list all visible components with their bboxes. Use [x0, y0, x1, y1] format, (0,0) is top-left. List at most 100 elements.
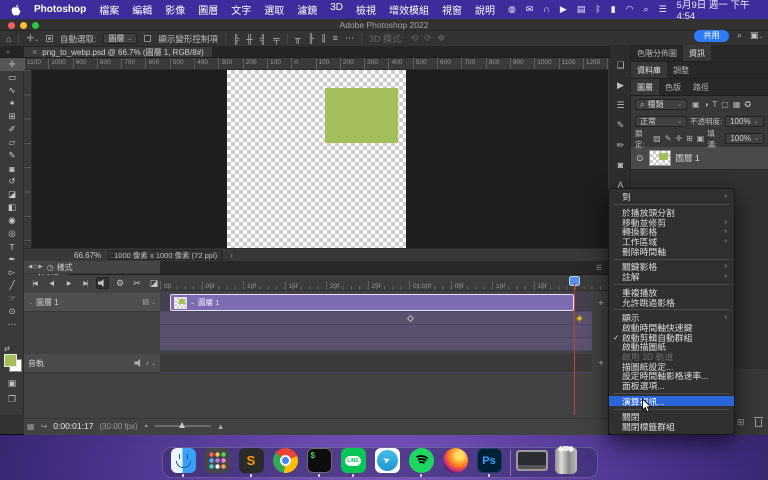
share-button[interactable]: 共用 [694, 30, 729, 42]
context-menu-item[interactable]: ✓ 允許跳過影格 › [609, 297, 734, 307]
layer-track-header[interactable]: ⌄ 圖層 1 ▤⌄ [24, 293, 160, 312]
context-menu-item[interactable]: ✓ 啟用 3D 軌道 › [609, 352, 734, 362]
collapsed-panel-pen-icon[interactable]: ✏ [610, 135, 631, 155]
timeline-ruler[interactable]: 0005f10f15f20f25f01:00f05f10f15f [160, 275, 608, 291]
healing-brush-tool[interactable]: ▱ [0, 136, 24, 149]
timeline-clip[interactable]: ⌄ 圖層 1 [170, 294, 574, 311]
context-menu-item[interactable]: ✓ › [614, 393, 729, 394]
zoom-level[interactable]: 66.67% [74, 251, 101, 260]
align-top-icon[interactable]: ╤ [273, 34, 279, 44]
swap-colors-icon[interactable]: ⇄ [4, 345, 10, 353]
panel-tab[interactable]: 色階分佈圖 [631, 45, 683, 61]
dock-launchpad[interactable] [202, 448, 232, 477]
marquee-tool[interactable]: ▭ [0, 71, 24, 84]
context-menu-item[interactable]: ✓ 演算視訊... › [609, 396, 734, 406]
clone-stamp-tool[interactable]: ◙ [0, 162, 24, 175]
filter-shape-layers-icon[interactable]: ▢ [721, 100, 729, 109]
new-layer-icon[interactable]: ⊞ [737, 417, 745, 428]
align-left-icon[interactable]: ╠ [233, 34, 239, 44]
menubar-menu-item[interactable]: 增效模組 [389, 2, 429, 17]
chat-app-icon[interactable]: ✉ [526, 5, 534, 14]
quick-selection-tool[interactable]: ✶ [0, 97, 24, 110]
context-menu-item[interactable]: ✓ 重複播放 › [609, 288, 734, 298]
hand-tool[interactable]: ☞ [0, 292, 24, 305]
context-menu-item[interactable]: ✓ 描圖紙設定... › [609, 361, 734, 371]
keyframe-navigator-icons[interactable]: ◀◇▶ [28, 264, 44, 270]
tab-close-icon[interactable]: × [32, 47, 37, 57]
panel-tab[interactable]: 資訊 [683, 45, 711, 61]
foreground-color-swatch[interactable] [4, 354, 17, 367]
mute-audio-button[interactable] [96, 277, 109, 289]
lock-position-icon[interactable]: ✛ [675, 134, 682, 143]
context-menu-item[interactable]: ✓ 設定時間軸影格速率... › [609, 371, 734, 381]
collapsed-panel-clone-source-icon[interactable]: ◙ [610, 155, 631, 175]
context-menu-item[interactable]: ✓ › [614, 259, 729, 260]
context-menu-item[interactable]: ✓ › [614, 284, 729, 285]
timeline-zoom-slider[interactable] [155, 425, 211, 427]
workspace-switcher-icon[interactable]: ▣⌄ [750, 30, 764, 41]
panel-tab[interactable]: 路徑 [687, 79, 715, 95]
context-menu-item[interactable]: ✓ 轉換影格 › [609, 227, 734, 237]
play-status-icon[interactable]: ▶ [560, 5, 567, 14]
auto-select-dropdown[interactable]: 圖層⌄ [103, 33, 137, 44]
dock-spotify[interactable] [406, 448, 436, 477]
context-menu-item[interactable]: ✓ 刪除時間軸 › [609, 246, 734, 256]
convert-to-frame-animation-icon[interactable]: ▦ [27, 422, 35, 431]
history-brush-tool[interactable]: ↺ [0, 175, 24, 188]
timeline-panel-menu-icon[interactable]: ☰ [596, 264, 602, 272]
battery-icon[interactable]: ▮ [611, 5, 616, 14]
edit-toolbar-button[interactable]: ⋯ [0, 318, 24, 331]
layer-thumbnail[interactable] [649, 150, 671, 166]
panel-tab[interactable]: 圖層 [631, 79, 659, 95]
dock-telegram[interactable]: ➤ [372, 448, 402, 477]
timeline-settings-gear-icon[interactable]: ⚙ [113, 277, 126, 289]
timeline-zoom-slider-thumb[interactable] [179, 422, 185, 428]
property-track-header[interactable]: ◀◇▶ ◷ 樣式 [24, 261, 160, 274]
context-menu-item[interactable]: ✓ 啟動剪輯自動群組 › [609, 332, 734, 342]
timeline-zoom-out-icon[interactable]: ▲ [144, 423, 149, 429]
headphones-icon[interactable]: ∩ [543, 5, 549, 14]
context-menu-item[interactable]: ✓ 關閉標籤群組 › [609, 422, 734, 432]
align-right-icon[interactable]: ╣ [260, 34, 266, 44]
panel-tab[interactable]: 資料庫 [631, 62, 667, 78]
notes-app-icon[interactable]: ▤ [577, 5, 586, 14]
dock-terminal[interactable]: $ [304, 448, 334, 477]
menubar-menu-item[interactable]: 視窗 [442, 2, 462, 17]
lasso-tool[interactable]: ∿ [0, 84, 24, 97]
context-menu-item[interactable]: ✓ 移動並修剪 › [609, 217, 734, 227]
search-icon[interactable]: ⌕ [737, 30, 742, 41]
control-center-icon[interactable]: ☰ [659, 5, 667, 14]
dock-chrome[interactable] [270, 448, 300, 477]
filter-toggle-icon[interactable]: ✪ [744, 100, 751, 109]
context-menu-item[interactable]: ✓ 於播放頭分割 › [609, 208, 734, 218]
context-menu-item[interactable]: ✓ › [614, 409, 729, 410]
menubar-menu-item[interactable]: 圖層 [198, 2, 218, 17]
layer-filter-dropdown[interactable]: ⌕ 種類⌄ [635, 99, 687, 110]
filter-smart-objects-icon[interactable]: ▦ [733, 100, 741, 109]
blend-mode-dropdown[interactable]: 正常⌄ [635, 116, 687, 127]
audio-track-header[interactable]: 音軌 ♪⌄ [24, 354, 160, 373]
dodge-tool[interactable]: ◎ [0, 227, 24, 240]
context-menu-item[interactable]: ✓ 註解 › [609, 272, 734, 282]
dock-firefox[interactable] [440, 448, 470, 477]
collapsed-panel-paragraph-icon[interactable]: ✎ [610, 115, 631, 135]
add-audio-button[interactable]: + [596, 358, 606, 368]
delete-layer-trash-icon[interactable] [755, 419, 762, 427]
distribute-h-icon[interactable]: ╟ [308, 33, 314, 44]
context-menu-item[interactable]: ✓ 到 › [609, 192, 734, 202]
align-center-h-icon[interactable]: ╫ [246, 34, 252, 44]
eyedropper-tool[interactable]: ✐ [0, 123, 24, 136]
dock-minimized-window[interactable] [517, 450, 547, 475]
gradient-tool[interactable]: ◧ [0, 201, 24, 214]
move-tool-preset-icon[interactable]: ✛⌄ [26, 33, 39, 44]
move-tool[interactable]: ✛ [0, 58, 24, 71]
lock-all-icon[interactable]: ▣ [697, 134, 705, 143]
show-transform-checkbox[interactable] [144, 35, 151, 42]
more-options-icon[interactable]: ⋯ [345, 33, 354, 44]
play-button[interactable]: ▶ [62, 277, 75, 289]
dock-trash[interactable] [551, 448, 581, 478]
context-menu-item[interactable]: ✓ 關鍵影格 › [609, 262, 734, 272]
context-menu-item[interactable]: ✓ › [614, 309, 729, 310]
go-first-frame-button[interactable]: |◀ [28, 277, 41, 289]
menubar-menu-item[interactable]: 3D [330, 2, 343, 17]
